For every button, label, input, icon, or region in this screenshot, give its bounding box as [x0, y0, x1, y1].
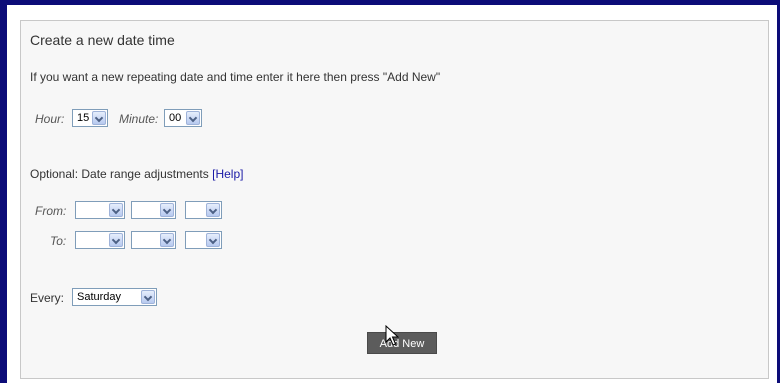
- from-month-select[interactable]: [131, 201, 176, 219]
- window-frame-left: [0, 0, 7, 383]
- every-day-value: Saturday: [77, 291, 122, 303]
- hour-select[interactable]: 15: [72, 109, 108, 127]
- every-label: Every:: [30, 291, 65, 305]
- minute-label: Minute:: [119, 112, 159, 126]
- hour-label: Hour:: [35, 112, 65, 126]
- form-intro-text: If you want a new repeating date and tim…: [30, 70, 441, 84]
- every-day-select[interactable]: Saturday: [72, 288, 157, 306]
- from-label: From:: [35, 204, 67, 218]
- hour-select-value: 15: [77, 112, 90, 124]
- chevron-down-icon: [160, 203, 174, 217]
- optional-date-range-label: Optional: Date range adjustments [Help]: [30, 167, 243, 181]
- chevron-down-icon: [141, 290, 155, 304]
- chevron-down-icon: [109, 203, 123, 217]
- chevron-down-icon: [109, 233, 123, 247]
- to-label: To:: [50, 234, 67, 248]
- from-year-select[interactable]: [185, 201, 222, 219]
- minute-select-value: 00: [169, 112, 182, 124]
- chevron-down-icon: [206, 203, 220, 217]
- mouse-pointer-icon: [385, 325, 399, 346]
- chevron-down-icon: [206, 233, 220, 247]
- form-title: Create a new date time: [30, 32, 175, 48]
- help-link[interactable]: [Help]: [212, 167, 243, 181]
- chevron-down-icon: [92, 111, 106, 125]
- window-frame-top: [0, 0, 780, 5]
- to-year-select[interactable]: [185, 231, 222, 249]
- to-month-select[interactable]: [131, 231, 176, 249]
- add-new-button[interactable]: Add New: [367, 332, 437, 354]
- chevron-down-icon: [186, 111, 200, 125]
- minute-select[interactable]: 00: [164, 109, 202, 127]
- optional-label-text: Optional: Date range adjustments: [30, 167, 209, 181]
- from-day-select[interactable]: [75, 201, 125, 219]
- to-day-select[interactable]: [75, 231, 125, 249]
- chevron-down-icon: [160, 233, 174, 247]
